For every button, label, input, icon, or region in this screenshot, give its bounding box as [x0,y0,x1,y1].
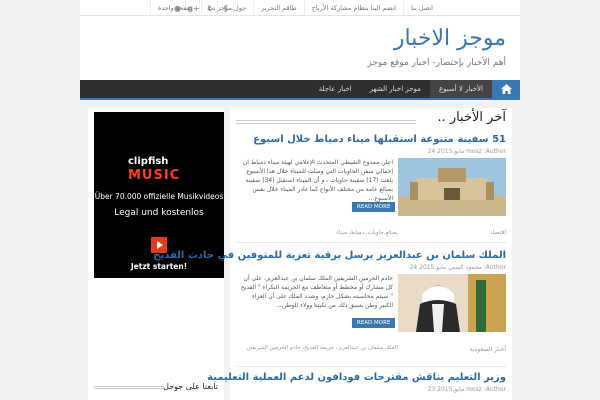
post-title[interactable]: الملك سلمان بن عبدالعزيز يرسل برقية تعزي… [153,250,506,261]
ad-line-1: Über 70.000 offizielle Musikvideos [94,192,224,201]
post-tags[interactable]: الملك سلمان بن عبدالعزيز، جريمة القديح، … [238,344,398,352]
follow-heading: تابعنا على جوجل [163,382,218,391]
site-header: موجز الاخبار أهم الأخبار بإختصار- اخبار … [80,16,520,80]
nav-item-weekly[interactable]: الأخبار لا أسبوع [429,80,492,98]
latest-news-section: آخر الأخبار .. 51 سفينة متنوعة استقبلها … [153,108,512,400]
post-title[interactable]: 51 سفينة متنوعة استقبلها ميناء دمياط خلا… [253,134,506,145]
post-excerpt: خادم الحرمين الشريفين الملك سلمان بن عبد… [240,275,393,309]
top-nav: صفحة واحدة حول موجز نت طاقم التحرير انضم… [149,0,440,16]
topnav-editorial-staff[interactable]: طاقم التحرير [253,0,304,16]
main-nav: الأخبار لا أسبوع موجز اخبار الشهر اخبار … [80,80,520,100]
post-category[interactable]: اقتصاد [490,229,506,236]
post-meta: mosz :Author مايو,2015 24 [427,148,506,155]
post-category[interactable]: أخبار السعودية [470,346,506,353]
ad-brand: clipfish [128,156,169,167]
home-button[interactable] [492,80,520,98]
read-more-button[interactable]: READ MORE [352,202,396,212]
post-thumbnail-king[interactable] [398,274,506,332]
ad-cta[interactable]: Jetzt starten! [94,262,224,271]
read-more-button[interactable]: READ MORE [352,318,396,328]
top-bar: ● g+ t f صفحة واحدة حول موجز نت طاقم الت… [80,0,520,16]
section-heading: آخر الأخبار .. [437,110,506,125]
topnav-join-us[interactable]: انضم الينا بنظام مشاركة الأرباح [303,0,403,16]
follow-divider [94,386,164,389]
topnav-one-page[interactable]: صفحة واحدة [149,0,199,16]
nav-item-monthly[interactable]: موجز اخبار الشهر [361,80,430,98]
section-divider [236,120,416,124]
ad-product: MUSIC [128,168,181,183]
home-icon [500,84,512,94]
nav-item-breaking[interactable]: اخبار عاجلة [310,80,361,98]
topnav-about[interactable]: حول موجز نت [199,0,253,16]
post-excerpt: اعلن ممدوح الشيطي المتحدث الإعلامي لهيئة… [242,159,393,202]
post-thumbnail-port[interactable] [398,158,506,216]
post-title[interactable]: وزير التعليم يناقش مقترحات فودافون لدعم … [207,372,506,383]
site-title[interactable]: موجز الاخبار [394,26,506,51]
post-meta: Author: محمود اليمني مايو,2015 24 [409,264,506,271]
topnav-contact[interactable]: اتصل بنا [403,0,440,16]
site-description: أهم الأخبار بإختصار- اخبار موقع موجز [367,58,506,68]
post-divider [236,242,506,243]
post-meta: mosz :Author مايو,2015 23 [427,386,506,393]
ad-line-2: Legal und kostenlos [114,208,204,218]
post-divider [236,366,506,367]
post-tags[interactable]: بضائع,حاويات, دمياط, ميناء [238,229,398,237]
